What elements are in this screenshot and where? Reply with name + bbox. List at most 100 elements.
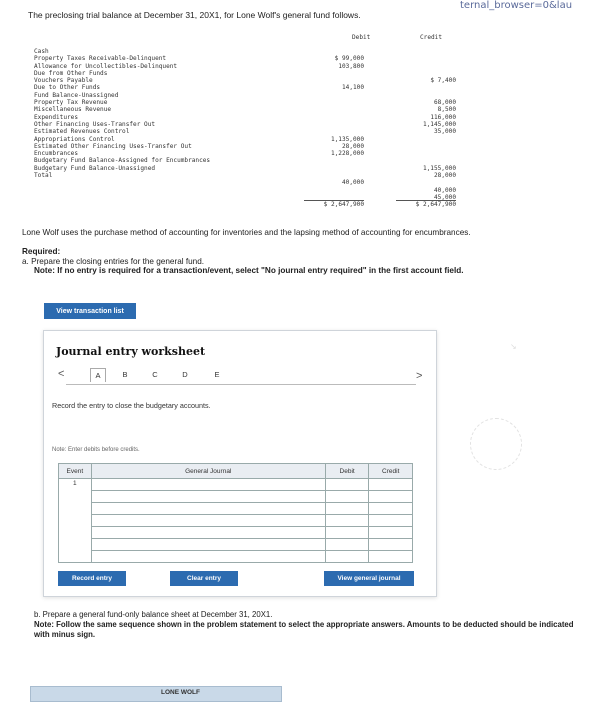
account-name: Due from Other Funds [34,69,108,77]
worksheet-instruction: Record the entry to close the budgetary … [52,401,211,410]
tab-c[interactable]: C [148,370,162,379]
account-name: Estimated Revenues Control [34,128,130,136]
trial-balance-header: Debit Credit [34,34,474,48]
account-cell[interactable] [90,550,326,563]
trial-balance-row: Estimated Other Financing Uses-Transfer … [34,143,474,150]
trial-balance-row: Budgetary Fund Balance-Assigned for Encu… [34,157,474,164]
account-name: Budgetary Fund Balance-Unassigned [34,164,156,172]
tab-divider [66,384,416,385]
credit-cell[interactable] [368,526,413,539]
account-name: Miscellaneous Revenue [34,106,112,114]
method-note: Lone Wolf uses the purchase method of ac… [22,228,471,237]
account-name: Cash [34,48,49,55]
credit-amount: 28,000 [433,172,456,180]
trial-balance-row: Property Taxes Receivable-Delinquent $ 99… [34,55,474,62]
account-cell[interactable] [90,478,326,491]
debit-cell[interactable] [324,514,370,527]
debit-amount: 28,000 [341,142,364,150]
credit-amount: 35,000 [433,128,456,136]
credit-cell[interactable] [368,478,413,491]
journal-row [59,490,413,503]
debit-amount: 40,000 [341,179,364,187]
credit-cell[interactable] [368,538,413,551]
debit-cell[interactable] [324,478,370,491]
debit-cell[interactable] [324,490,370,503]
account-name: Budgetary Fund Balance-Assigned for Encu… [34,157,211,165]
view-general-journal-button[interactable]: View general journal [324,571,414,586]
debit-amount: $ 99,000 [334,55,364,63]
credit-amount: 116,000 [430,113,456,121]
trial-balance-row: 40,000 [34,187,474,194]
account-cell[interactable] [90,490,326,503]
worksheet-title: Journal entry worksheet [56,345,206,358]
journal-row [59,502,413,515]
trial-balance-row: Miscellaneous Revenue 8,500 [34,106,474,113]
trial-balance-row: Cash [34,48,474,55]
tab-d[interactable]: D [178,370,192,379]
tab-b[interactable]: B [118,370,132,379]
event-number: 1 [58,478,92,563]
account-cell[interactable] [90,502,326,515]
required-label: Required: [22,247,61,256]
journal-row [59,550,413,563]
problem-intro: The preclosing trial balance at December… [28,10,361,20]
credit-cell[interactable] [368,514,413,527]
debit-cell[interactable] [324,502,370,515]
credit-cell[interactable] [368,490,413,503]
account-name: Property Tax Revenue [34,99,108,107]
worksheet-note: Note: Enter debits before credits. [52,447,140,453]
trial-balance-row: $ 2,647,900 $ 2,647,900 [34,201,474,208]
trial-balance-row: Total 28,000 [34,172,474,179]
record-entry-button[interactable]: Record entry [58,571,126,586]
credit-header: Credit [420,34,443,41]
debit-cell[interactable] [324,550,370,563]
trial-balance-row: Appropriations Control 1,135,000 [34,136,474,143]
trial-balance-row: Due from Other Funds [34,70,474,77]
credit-amount: $ 2,647,900 [415,201,456,209]
trial-balance-row: Fund Balance-Unassigned [34,92,474,99]
journal-row [59,514,413,527]
credit-amount: 40,000 [433,186,456,194]
account-name: Due to Other Funds [34,84,101,92]
account-cell[interactable] [90,514,326,527]
tab-e[interactable]: E [210,370,224,379]
debit-amount: $ 2,647,900 [323,201,364,209]
debit-cell[interactable] [324,526,370,539]
part-a-text: a. Prepare the closing entries for the g… [22,257,205,266]
total-rule [304,200,364,202]
trial-balance-row: Expenditures 116,000 [34,114,474,121]
credit-cell[interactable] [368,550,413,563]
journal-entry-table: Event General Journal Debit Credit 1 [58,463,413,563]
account-name: Property Taxes Receivable-Delinquent [34,55,167,63]
prev-arrow-icon[interactable]: < [58,368,64,380]
journal-row [59,538,413,551]
event-column-header: Event [58,463,92,479]
trial-balance-row: Due to Other Funds 14,100 [34,84,474,91]
account-name: Estimated Other Financing Uses-Transfer … [34,142,192,150]
debit-cell[interactable] [324,538,370,551]
clear-entry-button[interactable]: Clear entry [170,571,238,586]
credit-amount: 68,000 [433,99,456,107]
trial-balance-row: Vouchers Payable $ 7,400 [34,77,474,84]
debit-amount: 103,800 [338,62,364,70]
worksheet-tab-nav: < A B C D E > [52,368,432,386]
debit-header: Debit [352,34,371,41]
account-name: Vouchers Payable [34,77,93,85]
journal-row: 1 [58,478,413,563]
journal-entry-worksheet: Journal entry worksheet < A B C D E > Re… [43,330,437,597]
account-cell[interactable] [90,538,326,551]
credit-cell[interactable] [368,502,413,515]
ghost-arrow-icon: ↘ [510,342,517,351]
account-cell[interactable] [90,526,326,539]
part-a-note: Note: If no entry is required for a tran… [34,266,464,275]
credit-column-header: Credit [368,463,413,479]
trial-balance-row: Estimated Revenues Control 35,000 [34,128,474,135]
part-b-note: Note: Follow the same sequence shown in … [34,620,574,639]
tab-a[interactable]: A [90,368,106,382]
debit-amount: 1,135,000 [330,135,364,143]
view-transaction-list-button[interactable]: View transaction list [44,303,136,319]
trial-balance: Debit Credit Cash Property Taxes Receivab… [34,34,474,208]
next-arrow-icon[interactable]: > [416,370,422,382]
credit-amount: 1,145,000 [422,120,456,128]
general-journal-column-header: General Journal [90,463,326,479]
